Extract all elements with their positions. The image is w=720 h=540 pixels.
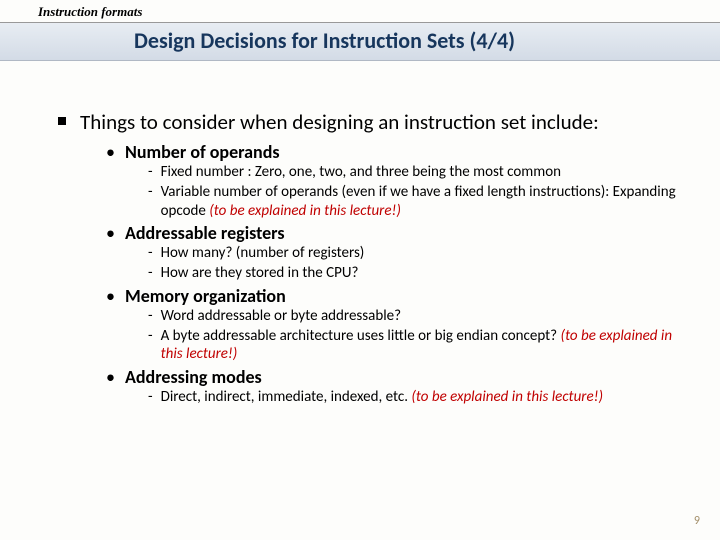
point-text: Word addressable or byte addressable?	[161, 307, 401, 325]
point-text: Direct, indirect, immediate, indexed, et…	[161, 388, 412, 406]
bullet-dot-icon: •	[106, 141, 115, 163]
bullet-dot-icon: •	[106, 222, 115, 244]
dash-icon: -	[148, 244, 153, 263]
topic-label: Memory organization	[125, 285, 286, 307]
dash-icon: -	[148, 264, 153, 283]
point-note: (to be explained in this lecture!)	[209, 202, 401, 220]
point-text: A byte addressable architecture uses lit…	[161, 327, 561, 345]
dash-icon: -	[148, 388, 153, 407]
topic-label: Number of operands	[125, 141, 280, 163]
slide-body: Things to consider when designing an ins…	[0, 61, 720, 407]
dash-point: - Word addressable or byte addressable?	[148, 307, 684, 326]
title-bar: Design Decisions for Instruction Sets (4…	[0, 23, 720, 61]
dash-point: - How are they stored in the CPU?	[148, 264, 684, 283]
slide-header: Instruction formats Design Decisions for…	[0, 0, 720, 61]
lead-bullet: Things to consider when designing an ins…	[58, 109, 684, 135]
dash-icon: -	[148, 307, 153, 326]
bullet-dot-icon: •	[106, 366, 115, 388]
dash-point: - Direct, indirect, immediate, indexed, …	[148, 388, 684, 407]
dash-point: - Variable number of operands (even if w…	[148, 183, 684, 221]
lead-text: Things to consider when designing an ins…	[80, 109, 599, 135]
slide-title: Design Decisions for Instruction Sets (4…	[0, 27, 720, 54]
topic-label: Addressable registers	[125, 222, 285, 244]
point-text: How many? (number of registers)	[161, 244, 365, 262]
topic-label: Addressing modes	[125, 366, 262, 388]
topic-item: • Addressable registers - How many? (num…	[102, 222, 684, 283]
dash-point: - A byte addressable architecture uses l…	[148, 327, 684, 365]
page-number: 9	[694, 514, 700, 528]
breadcrumb: Instruction formats	[0, 0, 720, 23]
bullet-dot-icon: •	[106, 285, 115, 307]
dash-icon: -	[148, 163, 153, 182]
dash-point: - Fixed number : Zero, one, two, and thr…	[148, 163, 684, 182]
square-bullet-icon	[58, 117, 66, 125]
topic-item: • Memory organization - Word addressable…	[102, 285, 684, 364]
topic-item: • Addressing modes - Direct, indirect, i…	[102, 366, 684, 407]
topic-item: • Number of operands - Fixed number : Ze…	[102, 141, 684, 220]
topic-list: • Number of operands - Fixed number : Ze…	[102, 141, 684, 407]
point-note: (to be explained in this lecture!)	[411, 388, 603, 406]
dash-icon: -	[148, 327, 153, 346]
dash-point: - How many? (number of registers)	[148, 244, 684, 263]
dash-icon: -	[148, 183, 153, 202]
point-text: How are they stored in the CPU?	[161, 264, 359, 282]
point-text: Fixed number : Zero, one, two, and three…	[161, 163, 561, 181]
